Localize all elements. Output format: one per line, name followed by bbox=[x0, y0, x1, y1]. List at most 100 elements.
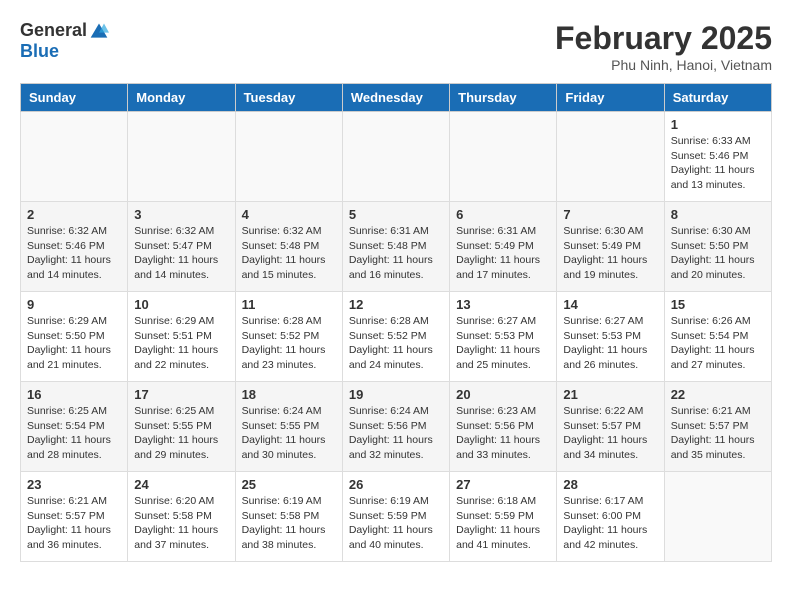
day-number: 25 bbox=[242, 477, 336, 492]
day-info: Sunrise: 6:32 AM Sunset: 5:48 PM Dayligh… bbox=[242, 224, 336, 283]
logo: General Blue bbox=[20, 20, 109, 62]
day-info: Sunrise: 6:30 AM Sunset: 5:50 PM Dayligh… bbox=[671, 224, 765, 283]
calendar-day-cell: 3 Sunrise: 6:32 AM Sunset: 5:47 PM Daylig… bbox=[128, 202, 235, 292]
day-info: Sunrise: 6:32 AM Sunset: 5:46 PM Dayligh… bbox=[27, 224, 121, 283]
calendar-day-cell: 21 Sunrise: 6:22 AM Sunset: 5:57 PM Dayli… bbox=[557, 382, 664, 472]
day-number: 24 bbox=[134, 477, 228, 492]
day-number: 2 bbox=[27, 207, 121, 222]
logo-icon bbox=[89, 21, 109, 41]
calendar-week-row: 16Sunrise: 6:25 AM Sunset: 5:54 PM Dayli… bbox=[21, 382, 772, 472]
day-number: 19 bbox=[349, 387, 443, 402]
day-info: Sunrise: 6:28 AM Sunset: 5:52 PM Dayligh… bbox=[349, 314, 443, 373]
calendar-day-cell: 1 Sunrise: 6:33 AM Sunset: 5:46 PM Daylig… bbox=[664, 112, 771, 202]
day-info: Sunrise: 6:19 AM Sunset: 5:59 PM Dayligh… bbox=[349, 494, 443, 553]
calendar-day-cell: 7 Sunrise: 6:30 AM Sunset: 5:49 PM Daylig… bbox=[557, 202, 664, 292]
day-info: Sunrise: 6:29 AM Sunset: 5:51 PM Dayligh… bbox=[134, 314, 228, 373]
calendar-day-cell: 6 Sunrise: 6:31 AM Sunset: 5:49 PM Daylig… bbox=[450, 202, 557, 292]
day-info: Sunrise: 6:31 AM Sunset: 5:49 PM Dayligh… bbox=[456, 224, 550, 283]
day-info: Sunrise: 6:26 AM Sunset: 5:54 PM Dayligh… bbox=[671, 314, 765, 373]
day-number: 7 bbox=[563, 207, 657, 222]
day-number: 26 bbox=[349, 477, 443, 492]
calendar-day-cell: 8 Sunrise: 6:30 AM Sunset: 5:50 PM Daylig… bbox=[664, 202, 771, 292]
calendar-day-cell bbox=[450, 112, 557, 202]
month-title: February 2025 bbox=[555, 20, 772, 57]
day-number: 14 bbox=[563, 297, 657, 312]
title-block: February 2025 Phu Ninh, Hanoi, Vietnam bbox=[555, 20, 772, 73]
weekday-header-row: SundayMondayTuesdayWednesdayThursdayFrid… bbox=[21, 84, 772, 112]
day-number: 4 bbox=[242, 207, 336, 222]
calendar-day-cell: 16Sunrise: 6:25 AM Sunset: 5:54 PM Dayli… bbox=[21, 382, 128, 472]
weekday-header: Friday bbox=[557, 84, 664, 112]
day-info: Sunrise: 6:25 AM Sunset: 5:54 PM Dayligh… bbox=[27, 404, 121, 463]
day-number: 20 bbox=[456, 387, 550, 402]
day-info: Sunrise: 6:24 AM Sunset: 5:55 PM Dayligh… bbox=[242, 404, 336, 463]
day-info: Sunrise: 6:27 AM Sunset: 5:53 PM Dayligh… bbox=[456, 314, 550, 373]
day-info: Sunrise: 6:28 AM Sunset: 5:52 PM Dayligh… bbox=[242, 314, 336, 373]
calendar-day-cell: 4 Sunrise: 6:32 AM Sunset: 5:48 PM Daylig… bbox=[235, 202, 342, 292]
page-header: General Blue February 2025 Phu Ninh, Han… bbox=[20, 20, 772, 73]
calendar-day-cell: 27Sunrise: 6:18 AM Sunset: 5:59 PM Dayli… bbox=[450, 472, 557, 562]
day-info: Sunrise: 6:31 AM Sunset: 5:48 PM Dayligh… bbox=[349, 224, 443, 283]
calendar-week-row: 9 Sunrise: 6:29 AM Sunset: 5:50 PM Daylig… bbox=[21, 292, 772, 382]
day-number: 18 bbox=[242, 387, 336, 402]
day-info: Sunrise: 6:18 AM Sunset: 5:59 PM Dayligh… bbox=[456, 494, 550, 553]
day-number: 8 bbox=[671, 207, 765, 222]
weekday-header: Wednesday bbox=[342, 84, 449, 112]
calendar-table: SundayMondayTuesdayWednesdayThursdayFrid… bbox=[20, 83, 772, 562]
day-info: Sunrise: 6:33 AM Sunset: 5:46 PM Dayligh… bbox=[671, 134, 765, 193]
day-info: Sunrise: 6:23 AM Sunset: 5:56 PM Dayligh… bbox=[456, 404, 550, 463]
calendar-day-cell: 5 Sunrise: 6:31 AM Sunset: 5:48 PM Daylig… bbox=[342, 202, 449, 292]
calendar-day-cell: 28 Sunrise: 6:17 AM Sunset: 6:00 PM Dayli… bbox=[557, 472, 664, 562]
location: Phu Ninh, Hanoi, Vietnam bbox=[555, 57, 772, 73]
calendar-day-cell: 17 Sunrise: 6:25 AM Sunset: 5:55 PM Dayli… bbox=[128, 382, 235, 472]
day-number: 3 bbox=[134, 207, 228, 222]
logo-general-text: General bbox=[20, 20, 87, 41]
calendar-day-cell: 25Sunrise: 6:19 AM Sunset: 5:58 PM Dayli… bbox=[235, 472, 342, 562]
calendar-day-cell bbox=[342, 112, 449, 202]
day-info: Sunrise: 6:17 AM Sunset: 6:00 PM Dayligh… bbox=[563, 494, 657, 553]
calendar-day-cell: 24 Sunrise: 6:20 AM Sunset: 5:58 PM Dayli… bbox=[128, 472, 235, 562]
day-info: Sunrise: 6:25 AM Sunset: 5:55 PM Dayligh… bbox=[134, 404, 228, 463]
day-number: 9 bbox=[27, 297, 121, 312]
calendar-day-cell bbox=[235, 112, 342, 202]
calendar-day-cell: 20 Sunrise: 6:23 AM Sunset: 5:56 PM Dayli… bbox=[450, 382, 557, 472]
day-info: Sunrise: 6:21 AM Sunset: 5:57 PM Dayligh… bbox=[27, 494, 121, 553]
weekday-header: Monday bbox=[128, 84, 235, 112]
calendar-day-cell bbox=[664, 472, 771, 562]
day-number: 6 bbox=[456, 207, 550, 222]
calendar-day-cell: 11 Sunrise: 6:28 AM Sunset: 5:52 PM Dayli… bbox=[235, 292, 342, 382]
day-info: Sunrise: 6:29 AM Sunset: 5:50 PM Dayligh… bbox=[27, 314, 121, 373]
day-number: 12 bbox=[349, 297, 443, 312]
day-number: 21 bbox=[563, 387, 657, 402]
calendar-week-row: 1 Sunrise: 6:33 AM Sunset: 5:46 PM Daylig… bbox=[21, 112, 772, 202]
weekday-header: Saturday bbox=[664, 84, 771, 112]
calendar-day-cell: 19 Sunrise: 6:24 AM Sunset: 5:56 PM Dayli… bbox=[342, 382, 449, 472]
day-number: 1 bbox=[671, 117, 765, 132]
calendar-day-cell: 23 Sunrise: 6:21 AM Sunset: 5:57 PM Dayli… bbox=[21, 472, 128, 562]
day-number: 17 bbox=[134, 387, 228, 402]
day-info: Sunrise: 6:32 AM Sunset: 5:47 PM Dayligh… bbox=[134, 224, 228, 283]
day-info: Sunrise: 6:27 AM Sunset: 5:53 PM Dayligh… bbox=[563, 314, 657, 373]
day-number: 28 bbox=[563, 477, 657, 492]
weekday-header: Sunday bbox=[21, 84, 128, 112]
calendar-day-cell bbox=[21, 112, 128, 202]
weekday-header: Thursday bbox=[450, 84, 557, 112]
day-number: 23 bbox=[27, 477, 121, 492]
day-number: 5 bbox=[349, 207, 443, 222]
calendar-day-cell: 26 Sunrise: 6:19 AM Sunset: 5:59 PM Dayli… bbox=[342, 472, 449, 562]
day-info: Sunrise: 6:24 AM Sunset: 5:56 PM Dayligh… bbox=[349, 404, 443, 463]
calendar-day-cell: 15 Sunrise: 6:26 AM Sunset: 5:54 PM Dayli… bbox=[664, 292, 771, 382]
day-info: Sunrise: 6:22 AM Sunset: 5:57 PM Dayligh… bbox=[563, 404, 657, 463]
calendar-week-row: 23 Sunrise: 6:21 AM Sunset: 5:57 PM Dayli… bbox=[21, 472, 772, 562]
day-number: 22 bbox=[671, 387, 765, 402]
day-info: Sunrise: 6:30 AM Sunset: 5:49 PM Dayligh… bbox=[563, 224, 657, 283]
day-number: 11 bbox=[242, 297, 336, 312]
day-info: Sunrise: 6:20 AM Sunset: 5:58 PM Dayligh… bbox=[134, 494, 228, 553]
calendar-day-cell: 22Sunrise: 6:21 AM Sunset: 5:57 PM Dayli… bbox=[664, 382, 771, 472]
calendar-day-cell: 13 Sunrise: 6:27 AM Sunset: 5:53 PM Dayli… bbox=[450, 292, 557, 382]
day-number: 15 bbox=[671, 297, 765, 312]
calendar-day-cell: 18 Sunrise: 6:24 AM Sunset: 5:55 PM Dayli… bbox=[235, 382, 342, 472]
calendar-day-cell: 2 Sunrise: 6:32 AM Sunset: 5:46 PM Daylig… bbox=[21, 202, 128, 292]
logo-blue-text: Blue bbox=[20, 41, 59, 62]
day-number: 13 bbox=[456, 297, 550, 312]
